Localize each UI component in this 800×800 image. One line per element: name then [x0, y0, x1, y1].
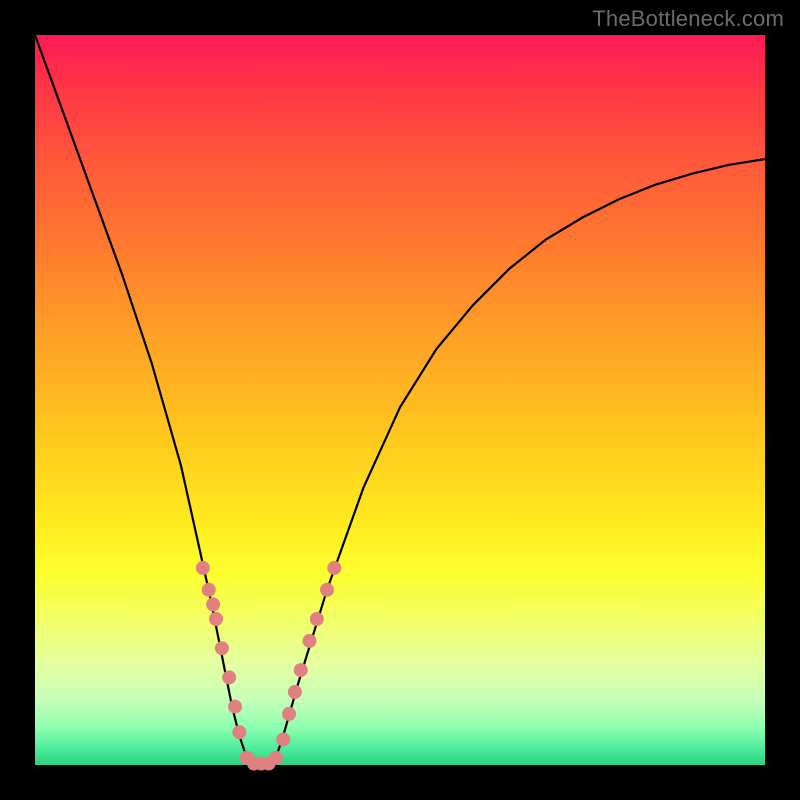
marker-dot: [288, 685, 302, 699]
marker-dot: [215, 641, 229, 655]
marker-dot: [320, 583, 334, 597]
marker-dot: [327, 561, 341, 575]
bottleneck-curve: [35, 35, 765, 765]
marker-dot: [269, 751, 283, 765]
marker-dot: [282, 707, 296, 721]
marker-dot: [302, 634, 316, 648]
marker-dot: [196, 561, 210, 575]
marker-dot: [202, 583, 216, 597]
marker-dot: [206, 597, 220, 611]
marker-dot: [222, 670, 236, 684]
dot-cluster: [196, 561, 341, 771]
watermark-text: TheBottleneck.com: [592, 6, 784, 32]
marker-dot: [310, 612, 324, 626]
chart-svg: [35, 35, 765, 765]
marker-dot: [232, 725, 246, 739]
marker-dot: [228, 700, 242, 714]
marker-dot: [276, 732, 290, 746]
marker-dot: [209, 612, 223, 626]
marker-dot: [294, 663, 308, 677]
plot-area: [35, 35, 765, 765]
chart-frame: TheBottleneck.com: [0, 0, 800, 800]
